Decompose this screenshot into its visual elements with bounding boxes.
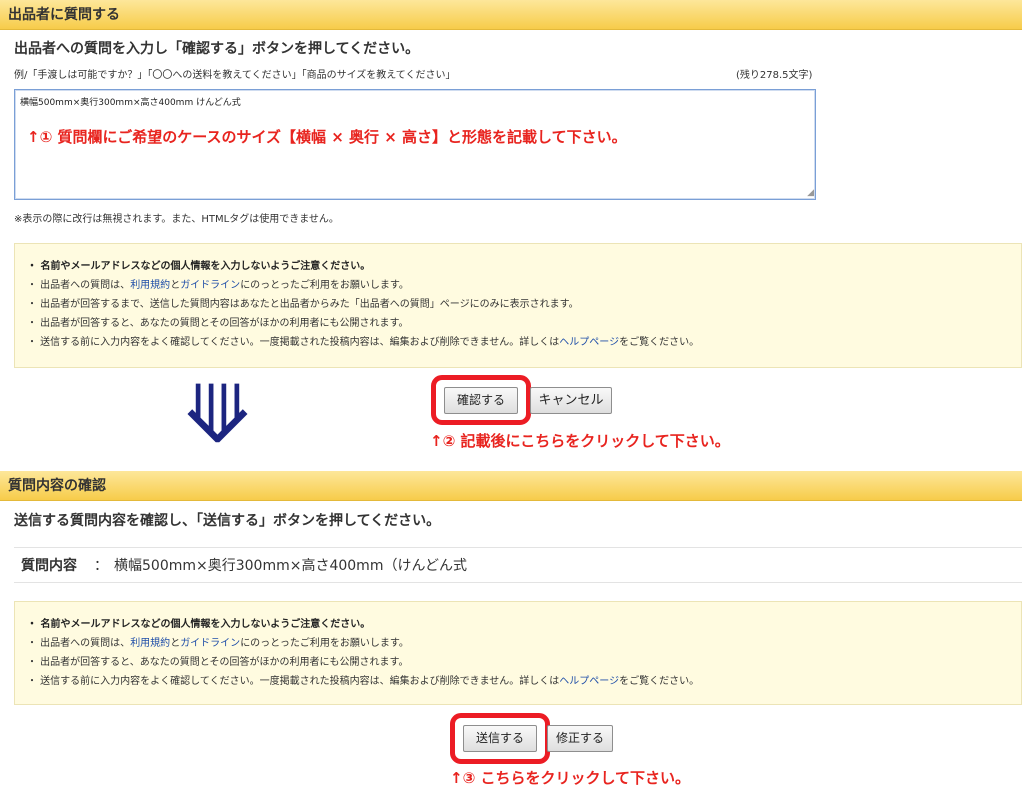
edit-button[interactable]: 修正する [547,725,613,752]
resize-grip-icon[interactable]: ◢ [807,189,814,198]
question-label: 質問内容 [21,558,77,574]
notice-line-1: ・ 名前やメールアドレスなどの個人情報を入力しないようご注意ください。 [27,619,371,630]
example-text: 例/「手渡しは可能ですか？」「〇〇への送料を教えてください」「商品のサイズを教え… [14,70,456,81]
instruction-text: 出品者への質問を入力し「確認する」ボタンを押してください。 [14,41,420,57]
question-value: 横幅500mm×奥行300mm×高さ400mm（けんどん式 [114,558,468,574]
notice-text: にのっとったご利用をお願いします。 [240,638,409,649]
section-title: 出品者に質問する [8,7,120,23]
notice-line-4: ・ 出品者が回答すると、あなたの質問とその回答がほかの利用者にも公開されます。 [27,318,409,329]
notice-text: ・ 出品者への質問は、 [27,638,131,649]
annotation-step1: ↑① 質問欄にご希望のケースのサイズ【横幅 × 奥行 × 高さ】と形態を記載して… [27,128,627,146]
terms-link[interactable]: 利用規約 [130,280,170,291]
help-page-link[interactable]: ヘルプページ [559,676,619,687]
down-arrow-icon: ⟱ [184,368,252,461]
annotation-step3: ↑③ こちらをクリックして下さい。 [450,769,691,787]
section-title: 質問内容の確認 [8,478,106,494]
annotation-step2: ↑② 記載後にこちらをクリックして下さい。 [430,432,730,450]
section-header-confirm: 質問内容の確認 [0,471,1022,501]
notice-text: ・ 送信する前に入力内容をよく確認してください。一度掲載された投稿内容は、編集お… [27,676,560,687]
question-textarea[interactable]: 横幅500mm×奥行300mm×高さ400mm けんどん式 ↑① 質問欄にご希望… [14,89,816,200]
guideline-link[interactable]: ガイドライン [180,638,240,649]
remaining-chars: (残り278.5文字) [736,70,813,81]
notice-text: と [170,280,181,291]
linebreak-note: ※表示の際に改行は無視されます。また、HTMLタグは使用できません。 [14,214,339,225]
notice-text: と [170,638,181,649]
instruction-text: 送信する質問内容を確認し、「送信する」ボタンを押してください。 [14,513,441,529]
help-page-link[interactable]: ヘルプページ [559,337,619,348]
guideline-link[interactable]: ガイドライン [180,280,240,291]
section-header-ask-seller: 出品者に質問する [0,0,1022,30]
notice-text: をご覧ください。 [619,337,700,348]
question-confirm-row: 質問内容 ： 横幅500mm×奥行300mm×高さ400mm（けんどん式 [14,547,1022,583]
textarea-value: 横幅500mm×奥行300mm×高さ400mm けんどん式 [20,98,241,108]
cancel-button[interactable]: キャンセル [530,387,612,414]
terms-link[interactable]: 利用規約 [130,638,170,649]
privacy-notice: ・ 名前やメールアドレスなどの個人情報を入力しないようご注意ください。 ・ 出品… [14,243,1022,368]
notice-text: にのっとったご利用をお願いします。 [240,280,409,291]
notice-line-1: ・ 名前やメールアドレスなどの個人情報を入力しないようご注意ください。 [27,261,371,272]
notice-line-3: ・ 出品者が回答すると、あなたの質問とその回答がほかの利用者にも公開されます。 [27,657,409,668]
question-separator: ： [94,558,108,574]
notice-line-3: ・ 出品者が回答するまで、送信した質問内容はあなたと出品者からみた「出品者への質… [27,299,579,310]
privacy-notice: ・ 名前やメールアドレスなどの個人情報を入力しないようご注意ください。 ・ 出品… [14,601,1022,705]
notice-text: ・ 出品者への質問は、 [27,280,131,291]
notice-text: ・ 送信する前に入力内容をよく確認してください。一度掲載された投稿内容は、編集お… [27,337,560,348]
confirm-button[interactable]: 確認する [444,387,518,414]
send-button[interactable]: 送信する [463,725,537,752]
notice-text: をご覧ください。 [619,676,700,687]
